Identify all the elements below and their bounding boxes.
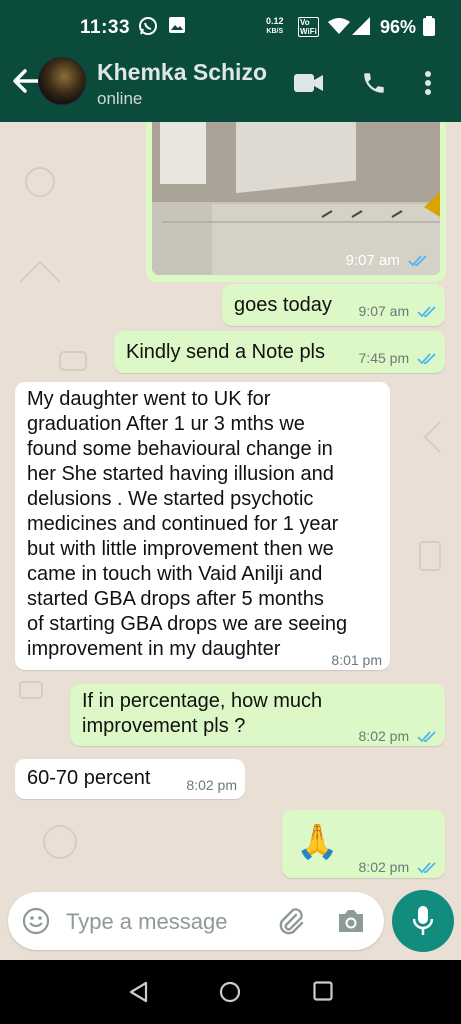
network-speed-value: 0.12 <box>266 16 284 26</box>
message-text: If in percentage, how much improvement p… <box>82 689 322 739</box>
read-ticks-icon <box>408 255 427 267</box>
wifi-icon <box>328 17 350 39</box>
image-notification-icon <box>168 16 186 39</box>
whatsapp-notification-icon <box>138 16 158 41</box>
video-call-icon[interactable] <box>294 72 324 99</box>
nav-recents-icon[interactable] <box>313 981 333 1006</box>
status-time: 11:33 <box>80 17 131 38</box>
message-line: came in touch with Vaid Anilji and <box>27 563 323 585</box>
message-text: 60-70 percent <box>27 767 151 789</box>
chat-area[interactable]: 9:07 am goes today 9:07 am Kindly send a… <box>0 122 461 960</box>
system-nav-bar <box>0 960 461 1024</box>
image-message-photo[interactable]: 9:07 am <box>152 122 440 275</box>
more-vert-icon[interactable] <box>424 70 432 101</box>
message-bubble-incoming: 60-70 percent 8:02 pm <box>15 759 245 799</box>
message-line: My daughter went to UK for <box>27 388 271 410</box>
message-composer[interactable]: Type a message <box>8 892 384 950</box>
emoji-icon[interactable] <box>22 907 50 940</box>
network-speed: 0.12 KB/S <box>266 17 284 36</box>
message-bubble-outgoing: If in percentage, how much improvement p… <box>70 684 445 746</box>
message-line: her She started having illusion and <box>27 463 334 485</box>
mic-button[interactable] <box>392 890 454 952</box>
message-line: medicines and continued for 1 year <box>27 513 339 535</box>
image-message-meta: 9:07 am <box>346 252 428 269</box>
voice-call-icon[interactable] <box>361 70 387 101</box>
message-meta: 7:45 pm <box>359 346 437 371</box>
message-line: started GBA drops after 5 months <box>27 588 324 610</box>
message-line: graduation After 1 ur 3 mths we <box>27 413 305 435</box>
vowifi-line2: WiFi <box>300 27 317 36</box>
message-meta: 9:07 am <box>359 299 437 324</box>
message-text: My daughter went to UK for graduation Af… <box>27 387 347 662</box>
chat-header: Khemka Schizo online <box>0 44 461 122</box>
message-line: of starting GBA drops we are seeing <box>27 613 348 635</box>
battery-icon <box>423 16 435 41</box>
contact-avatar[interactable] <box>38 57 86 105</box>
message-time: 8:02 pm <box>186 777 237 793</box>
message-text: Kindly send a Note pls <box>126 341 326 363</box>
message-input[interactable]: Type a message <box>66 909 227 935</box>
message-time: 7:45 pm <box>358 350 410 366</box>
message-time: 8:02 pm <box>358 728 410 744</box>
message-line: If in percentage, how much <box>82 690 323 712</box>
read-ticks-icon <box>417 353 436 365</box>
message-bubble-incoming: My daughter went to UK for graduation Af… <box>15 382 390 670</box>
cellular-signal-icon <box>352 17 372 40</box>
camera-icon[interactable] <box>336 908 366 939</box>
read-ticks-icon <box>417 862 436 874</box>
image-message-bubble: 9:07 am <box>146 122 446 282</box>
status-bar: 11:33 0.12 KB/S Vo WiFi 96% <box>0 0 461 44</box>
message-time: 8:01 pm <box>331 652 382 668</box>
message-line: but with little improvement then we <box>27 538 334 560</box>
message-bubble-outgoing: goes today 9:07 am <box>222 284 445 326</box>
emoji-message: 🙏 <box>296 823 339 861</box>
message-line: improvement in my daughter <box>27 638 281 660</box>
network-speed-unit: KB/S <box>266 28 284 35</box>
read-ticks-icon <box>417 306 436 318</box>
message-line: delusions . We started psychotic <box>27 488 314 510</box>
message-time: 8:02 pm <box>358 859 410 875</box>
message-text: goes today <box>234 294 332 316</box>
read-ticks-icon <box>417 731 436 743</box>
nav-back-icon[interactable] <box>128 981 150 1008</box>
message-bubble-outgoing: Kindly send a Note pls 7:45 pm <box>114 331 445 373</box>
message-bubble-outgoing: 🙏 8:02 pm <box>282 810 445 878</box>
battery-percent: 96% <box>380 17 417 37</box>
vowifi-badge: Vo WiFi <box>298 17 319 37</box>
vowifi-line1: Vo <box>300 18 310 27</box>
message-meta: 8:02 pm <box>359 855 437 880</box>
message-time: 9:07 am <box>358 303 410 319</box>
message-meta: 8:02 pm <box>359 724 437 749</box>
message-line: improvement pls ? <box>82 715 246 737</box>
attach-icon[interactable] <box>276 906 306 941</box>
message-line: found some behavioural change in <box>27 438 333 460</box>
nav-home-icon[interactable] <box>219 981 241 1008</box>
image-message-time: 9:07 am <box>345 252 400 269</box>
contact-status: online <box>97 89 143 108</box>
contact-name[interactable]: Khemka Schizo <box>97 59 267 86</box>
mic-icon <box>412 906 434 941</box>
